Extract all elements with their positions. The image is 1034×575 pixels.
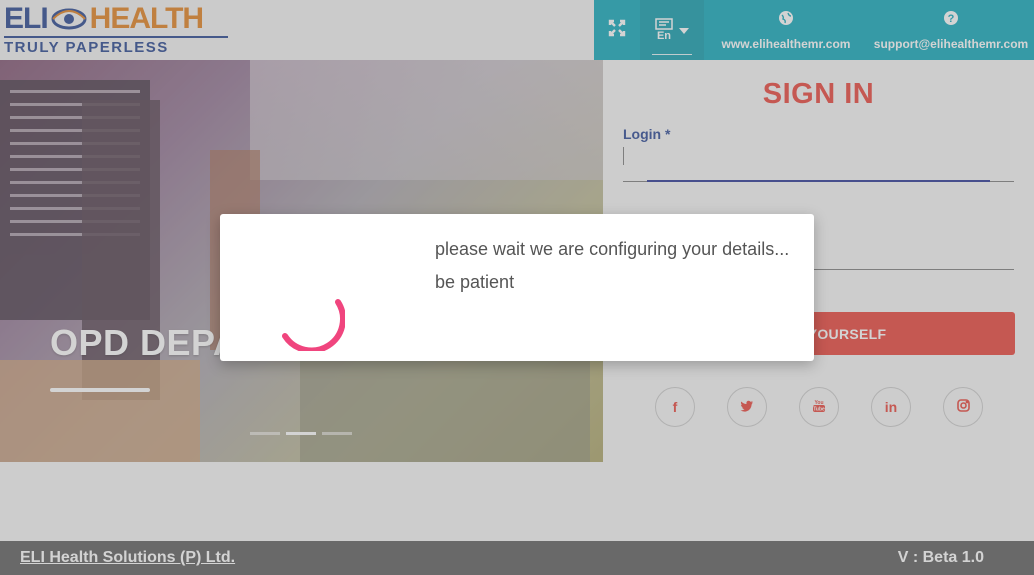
- wait-message: please wait we are configuring your deta…: [435, 239, 790, 259]
- spinner-icon: [275, 281, 346, 354]
- loading-dialog: please wait we are configuring your deta…: [220, 214, 814, 361]
- patience-message: be patient: [435, 272, 515, 292]
